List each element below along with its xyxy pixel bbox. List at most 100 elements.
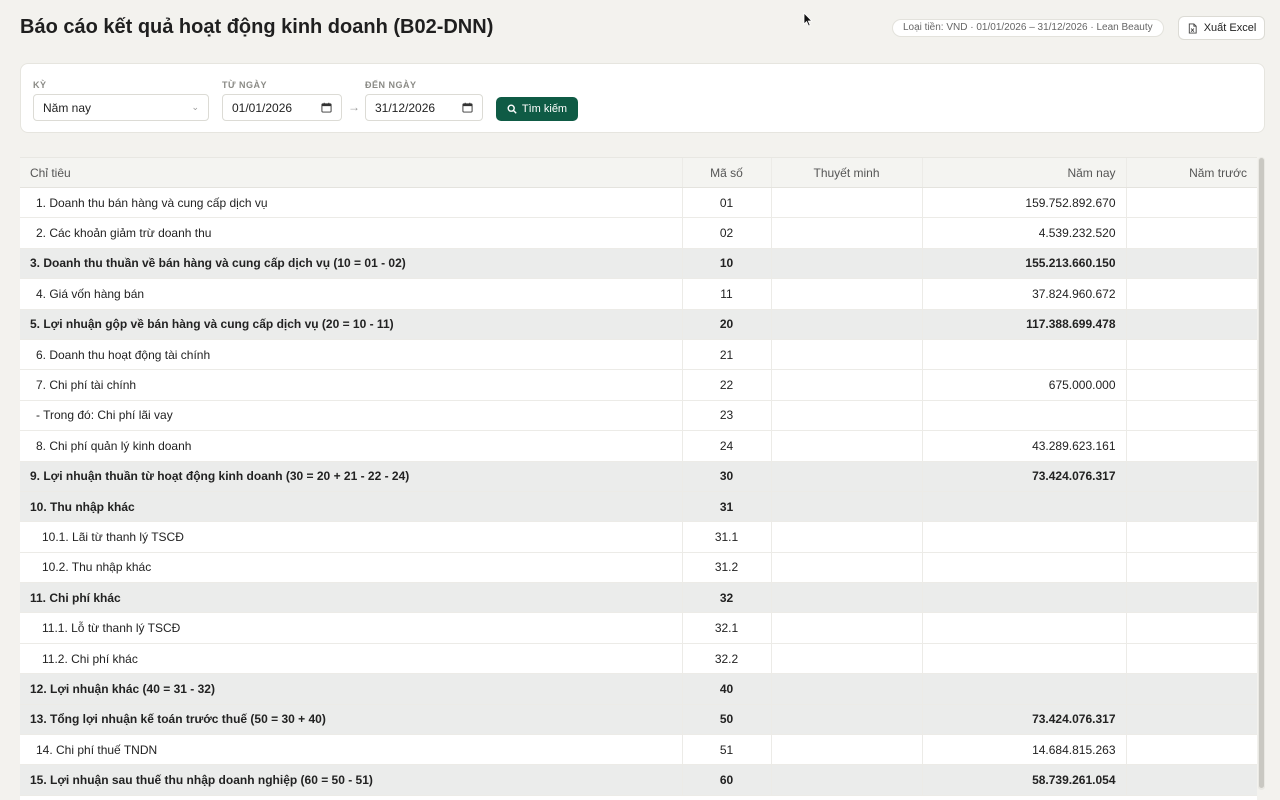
row-code: 32.1	[681, 612, 771, 644]
row-indicator-name: 7. Chi phí tài chính	[20, 369, 682, 401]
table-row: 9. Lợi nhuận thuần từ hoạt động kinh doa…	[20, 461, 1257, 492]
table-row: 10.1. Lãi từ thanh lý TSCĐ 31.1	[20, 521, 1257, 553]
from-date-input[interactable]: 01/01/2026	[222, 94, 342, 121]
row-indicator-name: - Trong đó: Chi phí lãi vay	[20, 400, 682, 432]
table-row: 13. Tổng lợi nhuận kế toán trước thuế (5…	[20, 704, 1257, 736]
export-excel-label: Xuất Excel	[1203, 22, 1257, 34]
row-current-year-value	[921, 521, 1126, 553]
table-row: 4. Giá vốn hàng bán 11 37.824.960.672	[20, 278, 1257, 310]
to-date-label: Đến ngày	[365, 80, 417, 90]
row-previous-year-value	[1125, 491, 1257, 523]
row-code: 32.2	[681, 643, 771, 675]
row-note	[770, 491, 922, 523]
calendar-icon[interactable]	[462, 102, 473, 113]
column-header-indicator: Chỉ tiêu	[20, 157, 682, 188]
row-code: 20	[681, 309, 771, 340]
page-title: Báo cáo kết quả hoạt động kinh doanh (B0…	[20, 16, 494, 38]
table-row: 14. Chi phí thuế TNDN 51 14.684.815.263	[20, 734, 1257, 766]
row-indicator-name: 1. Doanh thu bán hàng và cung cấp dịch v…	[20, 187, 682, 219]
row-current-year-value	[921, 491, 1126, 523]
row-note	[770, 643, 922, 675]
column-header-previous-year: Năm trước	[1125, 157, 1257, 188]
row-indicator-name: 12. Lợi nhuận khác (40 = 31 - 32)	[20, 673, 682, 705]
row-current-year-value	[921, 339, 1126, 371]
row-current-year-value	[921, 552, 1126, 584]
row-previous-year-value	[1125, 278, 1257, 310]
report-meta-badge: Loại tiền: VND · 01/01/2026 – 31/12/2026…	[892, 19, 1164, 37]
row-previous-year-value	[1125, 430, 1257, 462]
row-code: 11	[681, 278, 771, 310]
table-row: 10.2. Thu nhập khác 31.2	[20, 552, 1257, 584]
column-header-code: Mã số	[681, 157, 771, 188]
row-code: 31	[681, 491, 771, 523]
row-previous-year-value	[1125, 734, 1257, 766]
export-excel-button[interactable]: Xuất Excel	[1178, 16, 1265, 40]
row-previous-year-value	[1125, 764, 1257, 796]
row-indicator-name: 11.2. Chi phí khác	[20, 643, 682, 675]
row-indicator-name: 13. Tổng lợi nhuận kế toán trước thuế (5…	[20, 704, 682, 736]
search-button[interactable]: Tìm kiếm	[496, 97, 578, 121]
row-previous-year-value	[1125, 400, 1257, 432]
row-note	[770, 217, 922, 249]
row-code: 40	[681, 673, 771, 705]
row-code: 10	[681, 248, 771, 280]
table-row: 7. Chi phí tài chính 22 675.000.000	[20, 369, 1257, 401]
column-header-current-year: Năm nay	[921, 157, 1126, 188]
row-note	[770, 764, 922, 796]
row-note	[770, 582, 922, 614]
chevron-down-icon: ⌄	[191, 102, 199, 112]
row-previous-year-value	[1125, 248, 1257, 280]
search-icon	[507, 104, 517, 114]
to-date-input[interactable]: 31/12/2026	[365, 94, 483, 121]
table-row: 10. Thu nhập khác 31	[20, 491, 1257, 523]
row-indicator-name: 15. Lợi nhuận sau thuế thu nhập doanh ng…	[20, 764, 682, 796]
row-previous-year-value	[1125, 187, 1257, 219]
row-indicator-name: 10.1. Lãi từ thanh lý TSCĐ	[20, 521, 682, 553]
row-note	[770, 430, 922, 462]
row-current-year-value: 43.289.623.161	[921, 430, 1126, 462]
row-note	[770, 704, 922, 736]
table-row: 3. Doanh thu thuần về bán hàng và cung c…	[20, 248, 1257, 280]
row-note	[770, 187, 922, 219]
row-current-year-value: 73.424.076.317	[921, 704, 1126, 736]
row-indicator-name: 8. Chi phí quản lý kinh doanh	[20, 430, 682, 462]
row-previous-year-value	[1125, 461, 1257, 492]
row-current-year-value	[921, 643, 1126, 675]
arrow-right-icon: →	[348, 100, 360, 114]
row-current-year-value	[921, 612, 1126, 644]
table-row: 1. Doanh thu bán hàng và cung cấp dịch v…	[20, 187, 1257, 219]
table-scrollbar-thumb[interactable]	[1259, 158, 1264, 788]
row-current-year-value: 159.752.892.670	[921, 187, 1126, 219]
row-indicator-name: 4. Giá vốn hàng bán	[20, 278, 682, 310]
column-header-note: Thuyết minh	[770, 157, 922, 188]
row-code: 31.1	[681, 521, 771, 553]
period-select[interactable]: Năm nay ⌄	[33, 94, 209, 121]
period-select-value: Năm nay	[43, 100, 92, 115]
row-current-year-value: 37.824.960.672	[921, 278, 1126, 310]
table-row: 2. Các khoản giảm trừ doanh thu 02 4.539.2…	[20, 217, 1257, 249]
row-code: 31.2	[681, 552, 771, 584]
row-current-year-value: 14.684.815.263	[921, 734, 1126, 766]
row-current-year-value: 73.424.076.317	[921, 461, 1126, 492]
row-code: 22	[681, 369, 771, 401]
row-indicator-name: 5. Lợi nhuận gộp về bán hàng và cung cấp…	[20, 309, 682, 340]
row-previous-year-value	[1125, 673, 1257, 705]
filter-panel: Kỳ Năm nay ⌄ Từ ngày 01/01/2026 → Đến ng…	[20, 63, 1265, 133]
row-current-year-value	[921, 400, 1126, 432]
row-note	[770, 612, 922, 644]
calendar-icon[interactable]	[321, 102, 332, 113]
mouse-cursor-icon	[803, 12, 813, 27]
row-previous-year-value	[1125, 552, 1257, 584]
row-indicator-name: 6. Doanh thu hoạt động tài chính	[20, 339, 682, 371]
row-note	[770, 461, 922, 492]
row-indicator-name: 11. Chi phí khác	[20, 582, 682, 614]
row-current-year-value: 117.388.699.478	[921, 309, 1126, 340]
row-note	[770, 369, 922, 401]
row-note	[770, 552, 922, 584]
row-note	[770, 400, 922, 432]
period-label: Kỳ	[33, 80, 47, 90]
row-current-year-value: 675.000.000	[921, 369, 1126, 401]
table-row: 11. Chi phí khác 32	[20, 582, 1257, 614]
row-code: 01	[681, 187, 771, 219]
row-previous-year-value	[1125, 217, 1257, 249]
